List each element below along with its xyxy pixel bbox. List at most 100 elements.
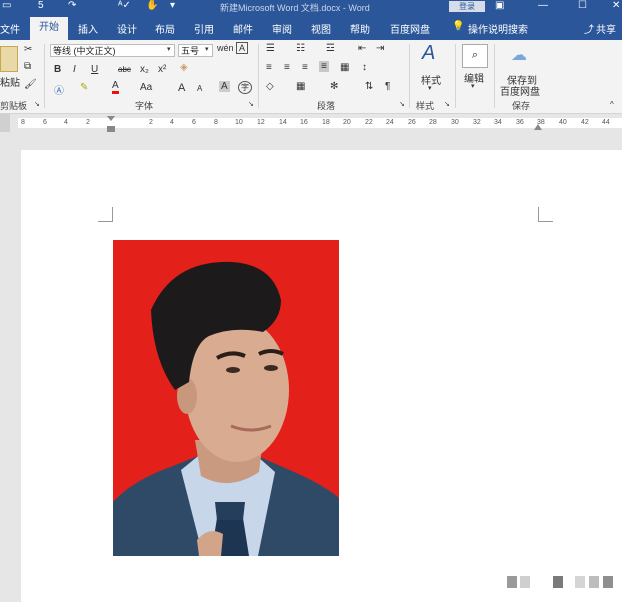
spelling-icon[interactable]: ᴬ✓ <box>118 0 131 11</box>
highlight-icon[interactable]: ✎ <box>80 82 88 93</box>
minimize-icon[interactable]: — <box>538 0 548 11</box>
tab-home[interactable]: 开始 <box>30 17 68 40</box>
char-border-icon[interactable]: A <box>236 42 249 54</box>
paragraph-launcher-icon[interactable]: ↘ <box>399 100 405 108</box>
tab-insert[interactable]: 插入 <box>78 21 98 36</box>
ribbon: 粘贴 ✂ ⧉ 🖌 剪贴板 ↘ 等线 (中文正文) ▾ 五号 ▾ wén A B … <box>0 40 622 114</box>
tell-me-search[interactable]: 操作说明搜索 <box>468 21 528 36</box>
share-button[interactable]: 共享 <box>596 21 616 36</box>
ruler-tick-label: 42 <box>581 119 589 126</box>
maximize-icon[interactable]: ☐ <box>578 0 587 11</box>
tab-selector-icon[interactable] <box>0 114 10 132</box>
copy-icon[interactable]: ⧉ <box>24 61 31 72</box>
tie-knot-shape <box>215 502 245 520</box>
tab-review[interactable]: 审阅 <box>272 21 292 36</box>
ruler-tick-label: 4 <box>64 119 68 126</box>
clear-format-icon[interactable]: ◈ <box>180 62 188 73</box>
search-icon[interactable]: ⌕ <box>462 44 488 68</box>
line-spacing-icon[interactable]: ↕ <box>362 62 367 73</box>
distributed-icon[interactable]: ▦ <box>340 62 349 73</box>
ruler-tick-label: 2 <box>86 119 90 126</box>
paste-icon[interactable] <box>0 46 18 72</box>
font-name-select[interactable]: 等线 (中文正文) <box>50 44 175 57</box>
italic-button[interactable]: I <box>73 64 76 75</box>
tab-help[interactable]: 帮助 <box>350 21 370 36</box>
enclose-char-icon[interactable]: 字 <box>238 81 252 94</box>
text-effect-icon[interactable]: Ⓐ <box>54 82 64 97</box>
borders-icon[interactable]: ▦ <box>296 81 305 92</box>
save-icon[interactable]: ▭ <box>2 0 11 11</box>
close-icon[interactable]: ✕ <box>612 0 620 11</box>
ruler-tick-label: 22 <box>365 119 373 126</box>
ribbon-display-icon[interactable]: ▣ <box>495 0 504 11</box>
styles-group-label: 样式 <box>416 101 435 111</box>
strikethrough-button[interactable]: abc <box>118 65 131 74</box>
shading-icon[interactable]: ◇ <box>266 81 274 92</box>
align-right-icon[interactable]: ≡ <box>302 62 308 73</box>
tab-mailings[interactable]: 邮件 <box>233 21 253 36</box>
undo-icon[interactable]: 5 <box>38 0 44 11</box>
ruler-tick-label: 18 <box>322 119 330 126</box>
increase-indent-icon[interactable]: ⇥ <box>376 43 384 54</box>
chevron-down-icon[interactable]: ▾ <box>428 84 432 92</box>
multilevel-list-icon[interactable]: ☲ <box>326 43 335 54</box>
font-color-button[interactable]: A <box>112 81 119 94</box>
cut-icon[interactable]: ✂ <box>24 44 32 55</box>
horizontal-ruler[interactable]: 8 6 4 2 2 4 6 8 10 12 14 16 18 20 22 24 26 28 30 32 34 36 38 40… <box>0 114 622 132</box>
portrait-photo[interactable] <box>113 240 339 556</box>
subscript-button[interactable]: x₂ <box>140 64 149 75</box>
tab-baidu[interactable]: 百度网盘 <box>390 21 430 36</box>
underline-button[interactable]: U <box>91 64 98 75</box>
margin-corner-mark <box>538 207 553 222</box>
chevron-down-icon[interactable]: ▾ <box>205 45 209 53</box>
bold-button[interactable]: B <box>54 64 61 75</box>
tab-layout[interactable]: 布局 <box>155 21 175 36</box>
save-to-baidu-line2[interactable]: 百度网盘 <box>500 83 540 98</box>
tab-file[interactable]: 文件 <box>0 21 20 36</box>
show-marks-icon[interactable]: ¶ <box>385 81 390 92</box>
grow-font-button[interactable]: A <box>178 82 185 94</box>
ruler-tick-label: 8 <box>21 119 25 126</box>
left-indent-marker[interactable] <box>107 126 115 132</box>
window-title: 新建Microsoft Word 文档.docx - Word <box>220 3 370 13</box>
chevron-down-icon[interactable]: ▾ <box>167 45 171 53</box>
eye-left <box>226 367 240 373</box>
ruler-tick-label: 24 <box>386 119 394 126</box>
chinese-layout-icon[interactable]: ✻ <box>330 81 338 92</box>
styles-launcher-icon[interactable]: ↘ <box>444 100 450 108</box>
format-painter-icon[interactable]: 🖌 <box>24 79 37 90</box>
login-button[interactable]: 登录 <box>449 1 485 12</box>
redo-icon[interactable]: ↷ <box>68 0 76 11</box>
tab-references[interactable]: 引用 <box>194 21 214 36</box>
superscript-button[interactable]: x² <box>158 64 166 75</box>
touch-mode-icon[interactable]: ✋ <box>146 0 158 11</box>
separator <box>455 44 456 108</box>
first-line-indent-marker[interactable] <box>107 116 115 121</box>
customize-qa-icon[interactable]: ▾ <box>170 0 175 11</box>
tab-design[interactable]: 设计 <box>117 21 137 36</box>
font-launcher-icon[interactable]: ↘ <box>248 100 254 108</box>
bullets-icon[interactable]: ☰ <box>266 43 275 54</box>
styles-icon[interactable]: A <box>422 42 435 65</box>
ruler-tick-label: 6 <box>43 119 47 126</box>
sort-icon[interactable]: ⇅ <box>365 81 373 92</box>
ribbon-tabs: 文件 开始 插入 设计 布局 引用 邮件 审阅 视图 帮助 百度网盘 💡 操作说… <box>0 14 622 40</box>
align-center-icon[interactable]: ≡ <box>284 62 290 73</box>
tab-view[interactable]: 视图 <box>311 21 331 36</box>
numbering-icon[interactable]: ☷ <box>296 43 305 54</box>
ruler-tick-label: 2 <box>149 119 153 126</box>
baidu-cloud-icon[interactable]: ☁ <box>511 45 527 65</box>
watermark-block <box>575 576 585 588</box>
chevron-down-icon[interactable]: ▾ <box>471 82 475 90</box>
justify-icon[interactable]: ≡ <box>319 61 329 72</box>
share-icon[interactable]: ⤴ <box>584 21 594 36</box>
wen-icon[interactable]: wén <box>217 43 234 53</box>
char-shading-icon[interactable]: A <box>219 81 230 92</box>
decrease-indent-icon[interactable]: ⇤ <box>358 43 366 54</box>
collapse-ribbon-icon[interactable]: ^ <box>610 100 614 109</box>
clipboard-launcher-icon[interactable]: ↘ <box>34 100 40 108</box>
shrink-font-button[interactable]: A <box>197 84 202 93</box>
paste-label[interactable]: 粘贴 <box>0 74 20 89</box>
align-left-icon[interactable]: ≡ <box>266 62 272 73</box>
change-case-button[interactable]: Aa <box>140 82 152 93</box>
